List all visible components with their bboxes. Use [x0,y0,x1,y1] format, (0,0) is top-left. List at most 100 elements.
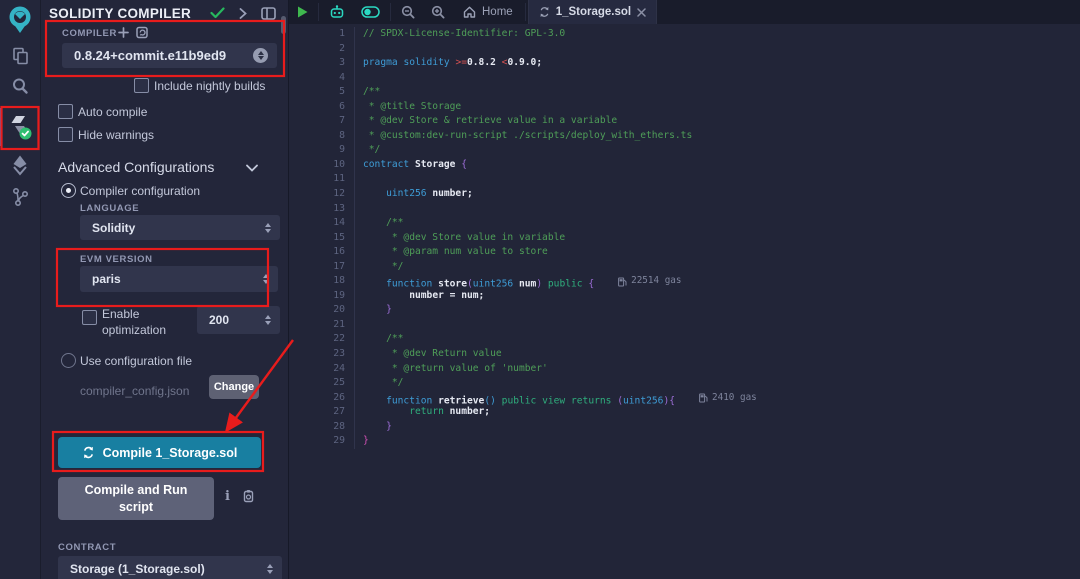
code-line[interactable]: 21 [289,318,1080,333]
code-line[interactable]: 4 [289,71,1080,86]
code-text: contract Storage { [354,158,1080,173]
contract-section-label: CONTRACT [58,542,116,553]
code-text: number = num; [354,289,1080,304]
code-line[interactable]: 27 return number; [289,405,1080,420]
use-config-file-label: Use configuration file [80,354,192,368]
advanced-configurations-title[interactable]: Advanced Configurations [58,159,214,175]
code-line[interactable]: 13 [289,202,1080,217]
code-line[interactable]: 20 } [289,303,1080,318]
line-number: 10 [289,158,354,173]
check-icon [210,7,225,19]
file-explorer-icon[interactable] [0,42,40,70]
code-text: function retrieve() public view returns … [354,391,1080,406]
include-nightly-checkbox[interactable] [134,78,149,93]
code-line[interactable]: 7 * @dev Store & retrieve value in a var… [289,114,1080,129]
code-line[interactable]: 16 * @param num value to store [289,245,1080,260]
gas-estimate-badge: 2410 gas [699,391,757,406]
code-line[interactable]: 18 function store(uint256 num) public {2… [289,274,1080,289]
code-line[interactable]: 11 [289,172,1080,187]
code-line[interactable]: 2 [289,42,1080,57]
ai-assistant-button[interactable] [321,0,353,24]
panel-layout-icon[interactable] [261,7,276,20]
use-config-file-radio[interactable] [61,353,76,368]
line-number: 28 [289,420,354,435]
line-number: 7 [289,114,354,129]
code-line[interactable]: 19 number = num; [289,289,1080,304]
zoom-out-button[interactable] [393,0,423,24]
code-text: */ [354,143,1080,158]
line-number: 27 [289,405,354,420]
copy-icon[interactable] [242,489,255,503]
evm-version-select[interactable]: paris [80,266,278,292]
panel-scrollbar[interactable] [281,16,286,34]
chevron-right-icon[interactable] [239,8,247,19]
sync-icon [539,6,550,18]
code-text: // SPDX-License-Identifier: GPL-3.0 [354,27,1080,42]
tab-storage-sol[interactable]: 1_Storage.sol [528,0,657,24]
change-config-button[interactable]: Change [209,375,259,399]
code-line[interactable]: 1// SPDX-License-Identifier: GPL-3.0 [289,27,1080,42]
tab-home[interactable]: Home [453,0,523,24]
copilot-toggle[interactable] [353,0,388,24]
code-line[interactable]: 29} [289,434,1080,449]
stepper-icon [253,48,268,63]
code-line[interactable]: 14 /** [289,216,1080,231]
compile-and-run-button[interactable]: Compile and Run script [58,477,214,520]
code-line[interactable]: 23 * @dev Return value [289,347,1080,362]
enable-optimization-checkbox[interactable] [82,310,97,325]
git-icon[interactable] [0,184,40,210]
code-text: * @param num value to store [354,245,1080,260]
line-number: 21 [289,318,354,333]
compiler-configuration-radio[interactable] [61,183,76,198]
code-text: /** [354,85,1080,100]
language-select[interactable]: Solidity [80,215,280,240]
info-icon[interactable]: i [225,489,230,504]
code-area: 1// SPDX-License-Identifier: GPL-3.023pr… [289,27,1080,449]
contract-select[interactable]: Storage (1_Storage.sol) [58,556,282,579]
code-line[interactable]: 10contract Storage { [289,158,1080,173]
compiler-section-label: COMPILER [62,28,117,39]
zoom-out-icon [401,5,415,19]
gas-pump-icon [699,393,708,403]
code-line[interactable]: 12 uint256 number; [289,187,1080,202]
hide-warnings-checkbox[interactable] [58,127,73,142]
deploy-run-icon[interactable] [0,152,40,178]
evm-version-value: paris [92,272,263,286]
code-line[interactable]: 6 * @title Storage [289,100,1080,115]
line-number: 16 [289,245,354,260]
code-text: /** [354,332,1080,347]
code-editor[interactable]: 1// SPDX-License-Identifier: GPL-3.023pr… [289,24,1080,579]
stepper-icon [263,274,269,284]
reload-icon[interactable] [136,26,149,39]
search-icon[interactable] [0,73,40,99]
code-line[interactable]: 3pragma solidity >=0.8.2 <0.9.0; [289,56,1080,71]
optimization-runs-input[interactable]: 200 [197,306,280,334]
auto-compile-checkbox[interactable] [58,104,73,119]
remix-logo-icon[interactable] [0,4,40,36]
chevron-down-icon[interactable] [246,164,258,172]
code-text: * @dev Store & retrieve value in a varia… [354,114,1080,129]
code-line[interactable]: 24 * @return value of 'number' [289,362,1080,377]
solidity-compiler-panel: SOLIDITY COMPILER COMPILER 0.8.24+commit… [41,0,289,579]
toggle-icon [361,6,380,18]
code-line[interactable]: 9 */ [289,143,1080,158]
compiler-version-select[interactable]: 0.8.24+commit.e11b9ed9 [62,43,277,68]
code-text [354,172,1080,187]
code-line[interactable]: 26 function retrieve() public view retur… [289,391,1080,406]
run-script-button[interactable] [289,0,316,24]
plus-icon[interactable] [118,27,129,38]
code-line[interactable]: 22 /** [289,332,1080,347]
compile-button[interactable]: Compile 1_Storage.sol [58,437,261,468]
code-line[interactable]: 8 * @custom:dev-run-script ./scripts/dep… [289,129,1080,144]
line-number: 25 [289,376,354,391]
zoom-in-button[interactable] [423,0,453,24]
sidebar-item-solidity-compiler[interactable] [0,106,40,148]
code-line[interactable]: 17 */ [289,260,1080,275]
code-line[interactable]: 25 */ [289,376,1080,391]
close-icon[interactable] [637,8,646,17]
code-line[interactable]: 5/** [289,85,1080,100]
home-icon [463,6,476,18]
code-line[interactable]: 15 * @dev Store value in variable [289,231,1080,246]
code-line[interactable]: 28 } [289,420,1080,435]
panel-header: SOLIDITY COMPILER [41,0,288,26]
